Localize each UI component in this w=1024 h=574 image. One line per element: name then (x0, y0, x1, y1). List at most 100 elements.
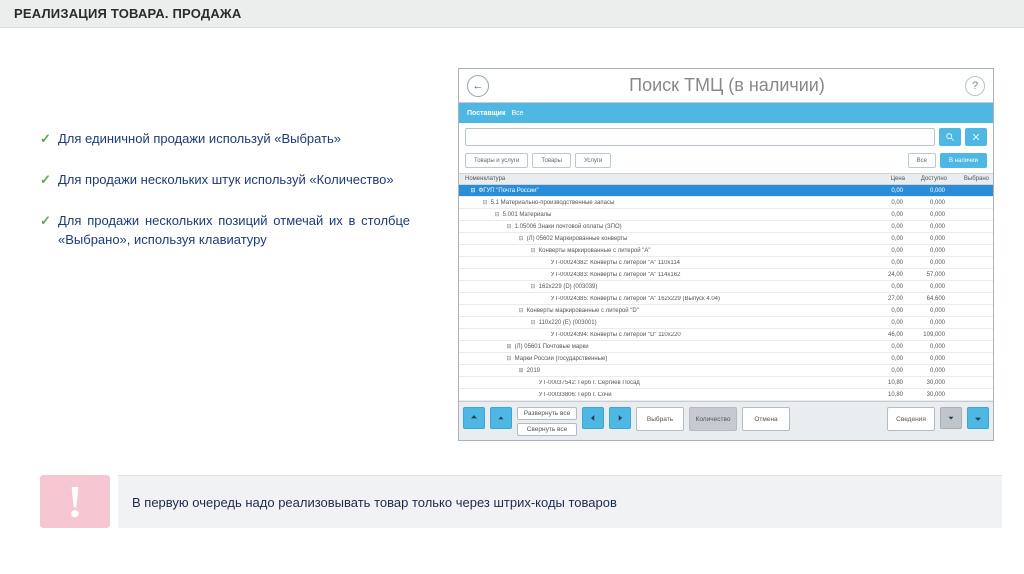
row-name: ⊟ 110х220 (Е) (003001) (459, 319, 867, 326)
search-row (459, 123, 993, 151)
supplier-value[interactable]: Все (511, 110, 523, 117)
row-available: 0,000 (909, 344, 951, 350)
back-button[interactable]: ← (467, 75, 489, 97)
filter-tabs: Товары и услуги Товары Услуги Все В нали… (459, 151, 993, 174)
tab-goods-services[interactable]: Товары и услуги (465, 153, 528, 168)
next-button[interactable] (609, 407, 631, 429)
table-row[interactable]: ⊟ Марки России (государственные)0,000,00… (459, 353, 993, 365)
row-name: ⊟ Конверты маркированные с литерой "D" (459, 307, 867, 314)
scroll-bottom-button[interactable] (967, 407, 989, 429)
scroll-down-button[interactable] (940, 407, 962, 429)
bullet-text: Для продажи нескольких штук используй «К… (58, 171, 410, 190)
col-selected[interactable]: Выбрано (951, 174, 993, 184)
table-row[interactable]: ⊟ Конверты маркированные с литерой "D"0,… (459, 305, 993, 317)
close-icon (971, 132, 981, 142)
row-name: ⊟ ФГУП "Почта России" (459, 187, 867, 194)
row-price: 10,80 (867, 392, 909, 398)
row-available: 0,000 (909, 200, 951, 206)
row-price: 0,00 (867, 188, 909, 194)
clear-button[interactable] (965, 128, 987, 146)
row-available: 30,000 (909, 380, 951, 386)
row-name: ⊟ Марки России (государственные) (459, 355, 867, 362)
col-price[interactable]: Цена (867, 174, 909, 184)
table-row[interactable]: ⊟ Конверты маркированные с литерой "А"0,… (459, 245, 993, 257)
row-available: 0,000 (909, 308, 951, 314)
table-row[interactable]: ⊞ (Л) 05601 Почтовые марки0,000,000 (459, 341, 993, 353)
row-name: ⊞ 2019 (459, 367, 867, 374)
row-name: ⊟ 162х229 (D) (003039) (459, 283, 867, 290)
bullet-list: ✓ Для единичной продажи используй «Выбра… (40, 130, 410, 271)
table-row[interactable]: ⊟ 5.001 Материалы0,000,000 (459, 209, 993, 221)
row-price: 0,00 (867, 212, 909, 218)
prev-button[interactable] (582, 407, 604, 429)
bullet-item: ✓ Для единичной продажи используй «Выбра… (40, 130, 410, 149)
table-row[interactable]: УТ-00024385: Конверты с литерой "А" 162х… (459, 293, 993, 305)
warning-bar: ! В первую очередь надо реализовывать то… (40, 475, 1002, 528)
table-row[interactable]: УТ-00033806: Герб г. Сочи10,8030,000 (459, 389, 993, 401)
row-name: УТ-00024383: Конверты с литерой "А" 114х… (459, 272, 867, 278)
table-row[interactable]: УТ-00024382: Конверты с литерой "А" 110х… (459, 257, 993, 269)
row-available: 0,000 (909, 284, 951, 290)
bullet-text: Для продажи нескольких позиций отмечай и… (58, 212, 410, 250)
table-row[interactable]: УТ-00024383: Конверты с литерой "А" 114х… (459, 269, 993, 281)
table-row[interactable]: ⊞ 20190,000,000 (459, 365, 993, 377)
cancel-button[interactable]: Отмена (742, 407, 790, 431)
row-available: 0,000 (909, 320, 951, 326)
row-price: 10,80 (867, 380, 909, 386)
quantity-button[interactable]: Количество (689, 407, 737, 431)
row-price: 0,00 (867, 260, 909, 266)
row-price: 0,00 (867, 224, 909, 230)
row-price: 0,00 (867, 344, 909, 350)
check-icon: ✓ (40, 171, 58, 190)
row-name: ⊟ (Л) 05602 Маркированные конверты (459, 235, 867, 242)
warning-text: В первую очередь надо реализовывать това… (118, 475, 1002, 528)
row-available: 0,000 (909, 224, 951, 230)
app-window: ← Поиск ТМЦ (в наличии) ? Поставщик Все … (458, 68, 994, 441)
scroll-up-button[interactable] (490, 407, 512, 429)
row-price: 0,00 (867, 356, 909, 362)
table-row[interactable]: ⊟ 5.1 Материально-производственные запас… (459, 197, 993, 209)
bullet-item: ✓ Для продажи нескольких позиций отмечай… (40, 212, 410, 250)
table-row[interactable]: УТ-00037542: Герб г. Сергиев Посад10,803… (459, 377, 993, 389)
search-button[interactable] (939, 128, 961, 146)
bottom-toolbar: Развернуть все Свернуть все Выбрать Коли… (459, 401, 993, 440)
row-name: УТ-00024382: Конверты с литерой "А" 110х… (459, 260, 867, 266)
tab-goods[interactable]: Товары (532, 153, 571, 168)
table-row[interactable]: ⊟ (Л) 05602 Маркированные конверты0,000,… (459, 233, 993, 245)
row-available: 0,000 (909, 356, 951, 362)
help-button[interactable]: ? (965, 76, 985, 96)
expand-all-button[interactable]: Развернуть все (517, 407, 577, 420)
tab-in-stock[interactable]: В наличии (940, 153, 987, 168)
row-price: 0,00 (867, 248, 909, 254)
table-row[interactable]: ⊟ ФГУП "Почта России"0,000,000 (459, 185, 993, 197)
collapse-all-button[interactable]: Свернуть все (517, 423, 577, 436)
col-name[interactable]: Номенклатура (459, 174, 867, 184)
bullet-item: ✓ Для продажи нескольких штук используй … (40, 171, 410, 190)
row-available: 109,000 (909, 332, 951, 338)
row-price: 0,00 (867, 236, 909, 242)
select-button[interactable]: Выбрать (636, 407, 684, 431)
tab-services[interactable]: Услуги (575, 153, 611, 168)
row-price: 46,00 (867, 332, 909, 338)
scroll-top-button[interactable] (463, 407, 485, 429)
check-icon: ✓ (40, 130, 58, 149)
table-row[interactable]: ⊟ 1.05006 Знаки почтовой оплаты (ЗПО)0,0… (459, 221, 993, 233)
details-button[interactable]: Сведения (887, 407, 935, 431)
tab-all[interactable]: Все (908, 153, 936, 168)
table-row[interactable]: ⊟ 110х220 (Е) (003001)0,000,000 (459, 317, 993, 329)
slide-title: РЕАЛИЗАЦИЯ ТОВАРА. ПРОДАЖА (0, 0, 1024, 28)
supplier-label: Поставщик (467, 110, 505, 117)
table-row[interactable]: ⊟ 162х229 (D) (003039)0,000,000 (459, 281, 993, 293)
grid-body: ⊟ ФГУП "Почта России"0,000,000⊟ 5.1 Мате… (459, 185, 993, 401)
row-available: 0,000 (909, 188, 951, 194)
row-available: 0,000 (909, 368, 951, 374)
row-price: 0,00 (867, 308, 909, 314)
col-available[interactable]: Доступно (909, 174, 951, 184)
search-input[interactable] (465, 128, 935, 146)
row-available: 0,000 (909, 260, 951, 266)
row-name: ⊟ Конверты маркированные с литерой "А" (459, 247, 867, 254)
table-row[interactable]: УТ-00024394: Конверты с литерой "D" 110х… (459, 329, 993, 341)
row-available: 0,000 (909, 212, 951, 218)
row-name: УТ-00024394: Конверты с литерой "D" 110х… (459, 332, 867, 338)
row-name: ⊟ 1.05006 Знаки почтовой оплаты (ЗПО) (459, 223, 867, 230)
